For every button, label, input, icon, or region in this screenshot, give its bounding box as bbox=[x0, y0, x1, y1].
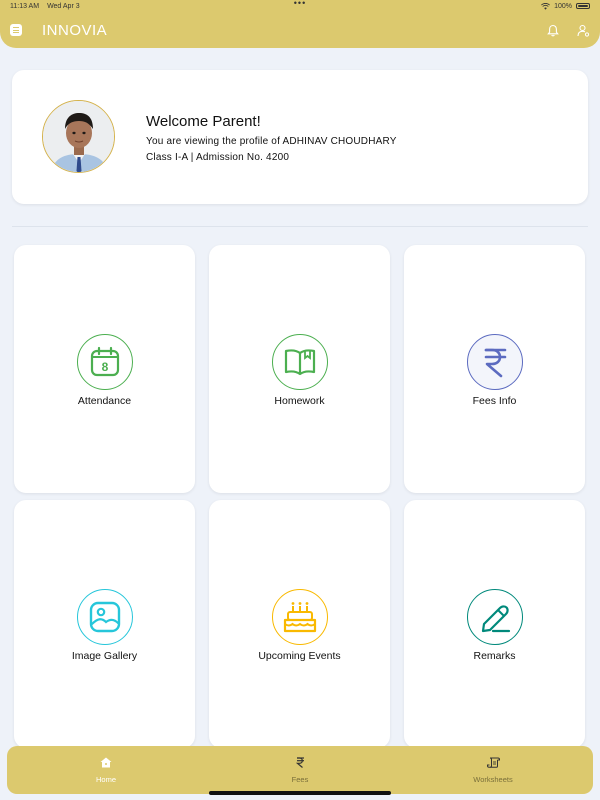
wifi-icon bbox=[541, 2, 551, 10]
tile-label: Image Gallery bbox=[71, 650, 138, 662]
home-indicator[interactable] bbox=[209, 791, 391, 795]
tile-label: Fees Info bbox=[472, 395, 517, 407]
tile-label: Homework bbox=[274, 395, 325, 407]
book-icon bbox=[284, 349, 315, 376]
tile-fees-info[interactable]: Fees Info bbox=[404, 245, 585, 493]
tile-label: Upcoming Events bbox=[258, 650, 341, 662]
app-title: INNOVIA bbox=[42, 21, 108, 39]
gallery-icon-circle bbox=[76, 589, 133, 645]
user-settings-icon[interactable] bbox=[577, 24, 590, 37]
tile-homework[interactable]: Homework bbox=[209, 245, 390, 493]
events-icon-circle bbox=[271, 589, 328, 645]
bottom-nav: Home Fees Worksheets bbox=[7, 746, 593, 794]
tile-label: Attendance bbox=[77, 395, 132, 407]
status-bar: 11:13 AM Wed Apr 3 ••• 100% bbox=[0, 0, 600, 12]
battery-percent: 100% bbox=[554, 2, 572, 10]
nav-home-label: Home bbox=[95, 775, 116, 784]
status-time: 11:13 AM bbox=[10, 2, 40, 10]
fees-icon-circle bbox=[466, 334, 523, 390]
nav-fees-label: Fees bbox=[291, 775, 309, 784]
pen-icon bbox=[481, 605, 510, 633]
welcome-heading: Welcome Parent! bbox=[146, 113, 261, 130]
menu-icon[interactable] bbox=[10, 24, 22, 36]
scroll-icon bbox=[486, 757, 500, 768]
bell-icon[interactable] bbox=[547, 24, 559, 37]
calendar-icon: 8 bbox=[90, 346, 119, 377]
homework-icon-circle bbox=[271, 334, 328, 390]
section-divider bbox=[12, 226, 588, 227]
battery-icon bbox=[576, 3, 590, 9]
app-header: INNOVIA bbox=[0, 12, 600, 48]
rupee-icon bbox=[484, 348, 506, 378]
tile-remarks[interactable]: Remarks bbox=[404, 500, 585, 748]
attendance-icon-circle: 8 bbox=[76, 334, 133, 390]
profile-class-text: Class I-A | Admission No. 4200 bbox=[146, 152, 290, 163]
rupee-icon bbox=[295, 757, 304, 768]
home-icon bbox=[100, 757, 112, 768]
remarks-icon-circle bbox=[466, 589, 523, 645]
tile-label: Remarks bbox=[473, 650, 516, 662]
status-date: Wed Apr 3 bbox=[47, 2, 80, 10]
nav-home[interactable]: Home bbox=[46, 755, 166, 784]
tile-upcoming-events[interactable]: Upcoming Events bbox=[209, 500, 390, 748]
nav-fees[interactable]: Fees bbox=[240, 755, 360, 784]
multitask-dots[interactable]: ••• bbox=[294, 0, 306, 8]
student-avatar bbox=[42, 100, 115, 173]
nav-worksheets[interactable]: Worksheets bbox=[433, 755, 553, 784]
tile-image-gallery[interactable]: Image Gallery bbox=[14, 500, 195, 748]
tile-attendance[interactable]: 8 Attendance bbox=[14, 245, 195, 493]
image-icon bbox=[89, 601, 120, 633]
nav-worksheets-label: Worksheets bbox=[473, 775, 513, 784]
profile-viewing-text: You are viewing the profile of ADHINAV C… bbox=[146, 136, 397, 147]
profile-card: Welcome Parent! You are viewing the prof… bbox=[12, 70, 588, 204]
svg-text:8: 8 bbox=[101, 360, 108, 374]
cake-icon bbox=[283, 602, 316, 633]
